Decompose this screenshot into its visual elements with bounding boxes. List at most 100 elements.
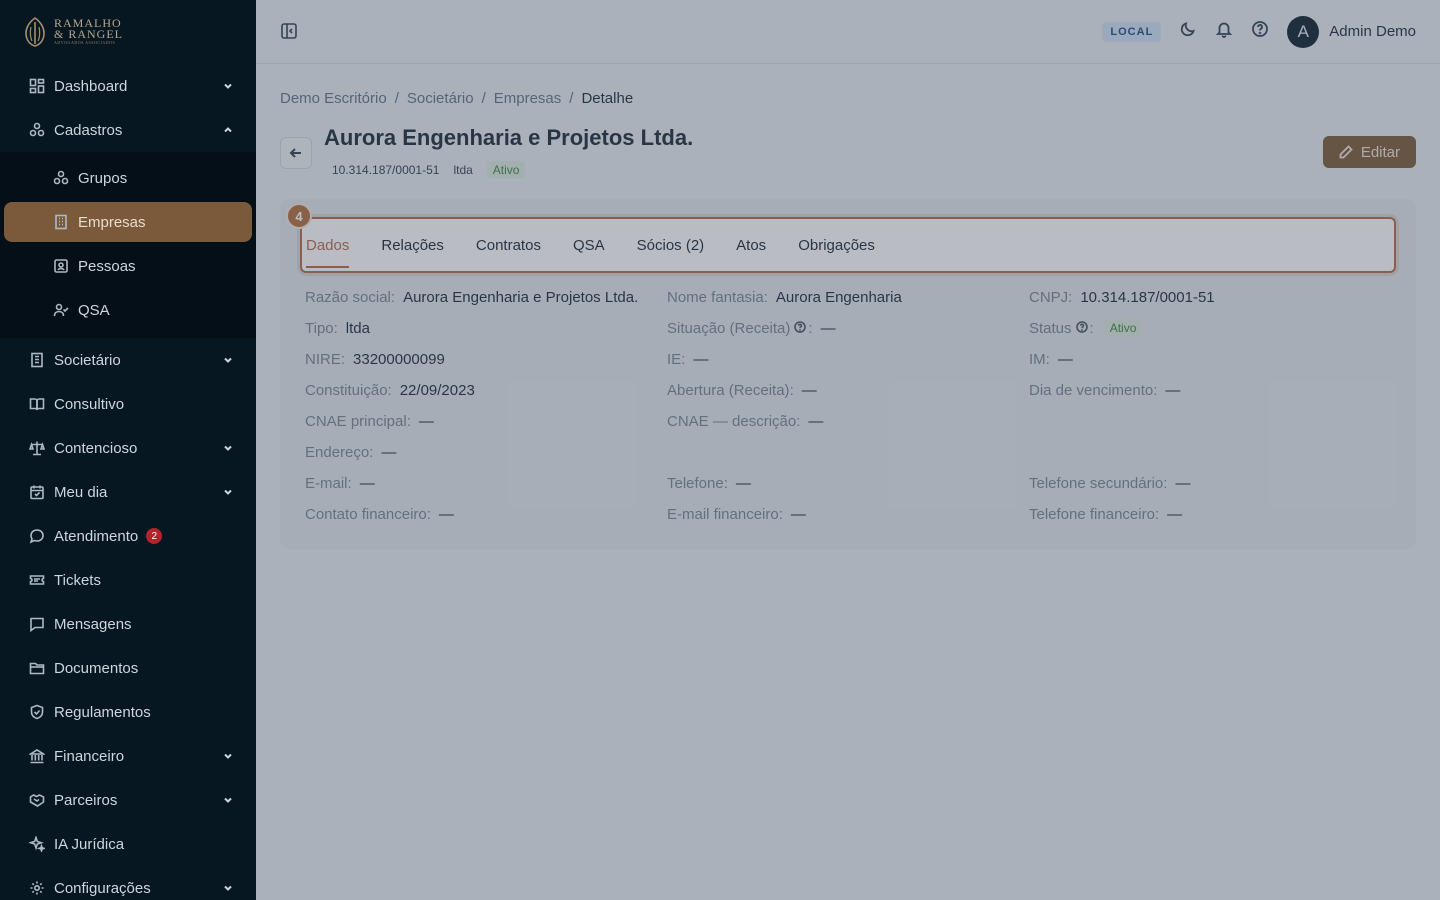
- detail-field: Telefone: —: [667, 473, 1029, 493]
- scale-icon: [28, 439, 46, 457]
- field-value: —: [1165, 381, 1181, 399]
- arrow-left-icon: [289, 148, 301, 158]
- tab-bar: 4 Dados Relações Contratos QSA Sócios (2…: [286, 203, 1396, 273]
- breadcrumb-separator: /: [569, 90, 574, 107]
- field-label-colon: :: [340, 350, 346, 368]
- field-label-text: Situação (Receita): [667, 319, 791, 337]
- sidebar-item-consultivo[interactable]: Consultivo: [0, 382, 256, 426]
- tab-contratos[interactable]: Contratos: [476, 218, 541, 272]
- sidebar-item-empresas[interactable]: Empresas: [4, 202, 252, 242]
- sidebar-item-tickets[interactable]: Tickets: [0, 558, 256, 602]
- field-label-text: Constituição: [305, 381, 388, 399]
- field-value: —: [438, 505, 454, 523]
- sidebar-item-cadastros[interactable]: Cadastros: [0, 108, 256, 152]
- company-meta: 10.314.187/0001-51 ltda Ativo: [324, 161, 693, 179]
- field-label: Constituição:: [305, 382, 392, 399]
- detail-field: Telefone secundário: —: [1029, 473, 1391, 493]
- breadcrumb-item[interactable]: Societário: [407, 90, 474, 107]
- edit-button[interactable]: Editar: [1322, 136, 1416, 168]
- sidebar-item-label: Documentos: [54, 659, 139, 677]
- field-value: —: [1167, 505, 1183, 523]
- field-label-colon: :: [390, 288, 396, 306]
- field-label: Status:: [1029, 320, 1094, 337]
- sidebar-item-configuracoes[interactable]: Configurações: [0, 866, 256, 900]
- environment-badge: LOCAL: [1102, 21, 1162, 42]
- detail-field: Dia de vencimento: —: [1029, 380, 1391, 400]
- detail-field: Situação (Receita): —: [667, 318, 1029, 338]
- sidebar-item-ia-juridica[interactable]: IA Jurídica: [0, 822, 256, 866]
- tab-qsa[interactable]: QSA: [573, 218, 605, 272]
- field-label-text: IM: [1029, 350, 1046, 368]
- sidebar-item-atendimento[interactable]: Atendimento 2: [0, 514, 256, 558]
- page-header: Aurora Engenharia e Projetos Ltda. 10.31…: [280, 125, 1416, 179]
- field-label-text: Contato financeiro: [305, 505, 427, 523]
- field-label: Endereço:: [305, 444, 373, 461]
- field-label-text: Status: [1029, 319, 1072, 337]
- breadcrumb-item[interactable]: Empresas: [494, 90, 562, 107]
- detail-field: Constituição: 22/09/2023: [305, 380, 667, 400]
- breadcrumb-current: Detalhe: [581, 90, 634, 107]
- field-label-colon: :: [789, 381, 794, 399]
- detail-field: Telefone financeiro: —: [1029, 504, 1391, 524]
- tab-dados[interactable]: Dados: [306, 218, 350, 272]
- sidebar-item-contencioso[interactable]: Contencioso: [0, 426, 256, 470]
- tab-relacoes[interactable]: Relações: [381, 218, 444, 272]
- field-label-text: Endereço: [305, 443, 370, 461]
- book-icon: [28, 395, 46, 413]
- sidebar-item-pessoas[interactable]: Pessoas: [0, 244, 256, 288]
- tab-atos[interactable]: Atos: [736, 218, 766, 272]
- avatar[interactable]: A: [1287, 15, 1320, 48]
- help-icon[interactable]: [1251, 20, 1269, 43]
- sidebar-item-dashboard[interactable]: Dashboard: [0, 64, 256, 108]
- chevron-down-icon: [222, 793, 234, 805]
- brand-line-2: & RANGEL: [54, 27, 123, 41]
- user-check-icon: [52, 301, 70, 319]
- field-value: —: [693, 350, 709, 368]
- handshake-icon: [28, 791, 46, 809]
- cnpj-text: 10.314.187/0001-51: [332, 163, 440, 177]
- shield-icon: [28, 703, 46, 721]
- sidebar-toggle-icon[interactable]: [280, 22, 300, 42]
- field-label-colon: :: [808, 319, 813, 337]
- sidebar-item-meu-dia[interactable]: Meu dia: [0, 470, 256, 514]
- field-label-colon: :: [347, 474, 352, 492]
- field-value: Aurora Engenharia e Projetos Ltda.: [403, 288, 639, 306]
- brand-logo[interactable]: RAMALHO & RANGEL ADVOGADOS ASSOCIADOS: [0, 0, 256, 64]
- field-label-text: Razão social: [305, 288, 391, 306]
- field-value: —: [820, 319, 836, 337]
- moon-icon[interactable]: [1179, 20, 1197, 43]
- field-label: Telefone:: [667, 475, 728, 492]
- field-label-colon: :: [796, 412, 801, 430]
- breadcrumb-separator: /: [481, 90, 486, 107]
- back-button[interactable]: [280, 137, 312, 169]
- user-name[interactable]: Admin Demo: [1329, 23, 1416, 40]
- field-label-text: CNAE — descrição: [667, 412, 797, 430]
- sidebar-item-label: Contencioso: [54, 439, 138, 457]
- help-circle-icon[interactable]: [1072, 320, 1090, 337]
- sidebar-item-mensagens[interactable]: Mensagens: [0, 602, 256, 646]
- detail-field: IE: —: [667, 349, 1029, 369]
- field-label-text: E-mail financeiro: [667, 505, 779, 523]
- field-label-text: Telefone secundário: [1029, 474, 1164, 492]
- bell-icon[interactable]: [1215, 20, 1233, 43]
- sidebar-item-qsa[interactable]: QSA: [0, 288, 256, 332]
- sidebar-item-financeiro[interactable]: Financeiro: [0, 734, 256, 778]
- tab-socios[interactable]: Sócios (2): [637, 218, 705, 272]
- sidebar-item-societario[interactable]: Societário: [0, 338, 256, 382]
- tab-obrigacoes[interactable]: Obrigações: [798, 218, 875, 272]
- breadcrumb: Demo Escritório / Societário / Empresas / D…: [280, 90, 1416, 107]
- field-label: Dia de vencimento:: [1029, 382, 1157, 399]
- field-label-colon: :: [1163, 474, 1168, 492]
- field-value: —: [735, 474, 751, 492]
- sidebar-item-regulamentos[interactable]: Regulamentos: [0, 690, 256, 734]
- details-grid: Razão social: Aurora Engenharia e Projeto…: [300, 287, 1396, 524]
- sidebar-item-parceiros[interactable]: Parceiros: [0, 778, 256, 822]
- field-label-text: Telefone: [667, 474, 724, 492]
- sidebar-item-documentos[interactable]: Documentos: [0, 646, 256, 690]
- ticket-icon: [28, 571, 46, 589]
- help-circle-icon[interactable]: [790, 320, 808, 337]
- breadcrumb-item[interactable]: Demo Escritório: [280, 90, 387, 107]
- company-details-card: 4 Dados Relações Contratos QSA Sócios (2…: [280, 199, 1416, 549]
- field-label: CNPJ:: [1029, 289, 1072, 306]
- sidebar-item-grupos[interactable]: Grupos: [0, 156, 256, 200]
